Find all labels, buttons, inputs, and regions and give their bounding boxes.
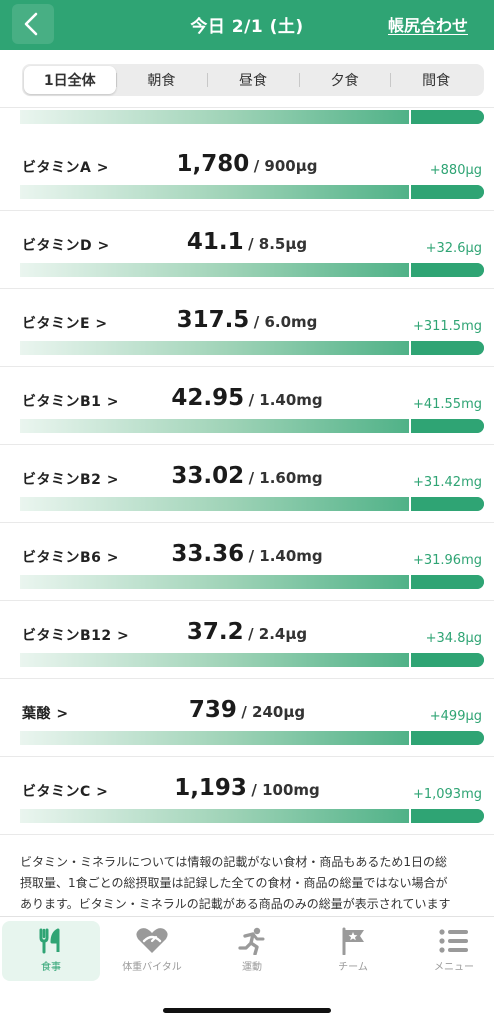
nutrient-row-folic-acid[interactable]: 葉酸 > 739 / 240μg +499μg bbox=[0, 679, 494, 757]
progress-bar bbox=[20, 731, 484, 745]
segmented-control: 1日全体 朝食 昼食 夕食 間食 bbox=[22, 64, 484, 96]
intake-amount: 37.2 bbox=[186, 619, 244, 645]
nutrient-row-vitamin-e[interactable]: ビタミンE > 317.5 / 6.0mg +311.5mg bbox=[0, 289, 494, 367]
target-amount: / 240μg bbox=[241, 703, 306, 721]
progress-bar-over bbox=[409, 263, 484, 277]
fork-knife-icon bbox=[39, 928, 60, 954]
nav-team[interactable]: チーム bbox=[304, 921, 402, 981]
progress-bar-over bbox=[409, 341, 484, 355]
progress-bar-over bbox=[409, 185, 484, 199]
progress-bar bbox=[20, 575, 484, 589]
disclaimer-note: ビタミン・ミネラルについては情報の記載がない食材・商品もあるため1日の総 摂取量… bbox=[20, 852, 480, 915]
progress-bar-partial bbox=[20, 110, 484, 124]
tab-snack[interactable]: 間食 bbox=[390, 66, 482, 94]
progress-bar-over bbox=[409, 809, 484, 823]
excess-amount: +31.96mg bbox=[412, 553, 482, 568]
intake-amount: 739 bbox=[188, 697, 237, 723]
heart-scale-icon bbox=[136, 928, 168, 953]
note-line: あります。ビタミン・ミネラルの記載がある商品のみの総量が表示されています bbox=[20, 897, 451, 911]
intake-amount: 1,780 bbox=[176, 151, 250, 177]
nav-label: メニュー bbox=[434, 962, 474, 973]
adjust-link[interactable]: 帳尻合わせ bbox=[388, 12, 468, 36]
nutrient-value: 37.2 / 2.4μg bbox=[0, 619, 494, 645]
progress-bar-over bbox=[409, 110, 484, 124]
progress-bar bbox=[20, 809, 484, 823]
meal-tabs-bar: 1日全体 朝食 昼食 夕食 間食 bbox=[0, 50, 494, 108]
nav-weight-vitals[interactable]: 体重バイタル bbox=[103, 921, 201, 981]
progress-bar bbox=[20, 419, 484, 433]
progress-bar-over bbox=[409, 419, 484, 433]
excess-amount: +41.55mg bbox=[412, 397, 482, 412]
excess-amount: +32.6μg bbox=[425, 241, 482, 256]
intake-amount: 1,193 bbox=[174, 775, 247, 801]
runner-icon bbox=[238, 927, 265, 955]
progress-bar bbox=[20, 341, 484, 355]
home-indicator bbox=[163, 1008, 331, 1013]
nav-exercise[interactable]: 運動 bbox=[203, 921, 301, 981]
nav-menu[interactable]: メニュー bbox=[405, 921, 494, 981]
nav-meals[interactable]: 食事 bbox=[2, 921, 100, 981]
excess-amount: +880μg bbox=[429, 163, 482, 178]
nutrient-row-vitamin-d[interactable]: ビタミンD > 41.1 / 8.5μg +32.6μg bbox=[0, 211, 494, 289]
nav-label: 食事 bbox=[41, 962, 61, 973]
tab-all-day[interactable]: 1日全体 bbox=[24, 66, 116, 94]
flag-star-icon bbox=[342, 927, 364, 955]
target-amount: / 8.5μg bbox=[248, 235, 308, 253]
target-amount: / 900μg bbox=[253, 157, 318, 175]
target-amount: / 6.0mg bbox=[253, 313, 318, 331]
excess-amount: +1,093mg bbox=[412, 787, 482, 802]
nutrient-row-vitamin-b6[interactable]: ビタミンB6 > 33.36 / 1.40mg +31.96mg bbox=[0, 523, 494, 601]
progress-bar bbox=[20, 185, 484, 199]
intake-amount: 33.36 bbox=[171, 541, 245, 567]
tab-lunch[interactable]: 昼食 bbox=[207, 66, 299, 94]
tab-dinner[interactable]: 夕食 bbox=[298, 66, 391, 94]
progress-bar-over bbox=[409, 575, 484, 589]
nav-label: チーム bbox=[338, 962, 368, 973]
target-amount: / 100mg bbox=[251, 781, 320, 799]
progress-bar-over bbox=[409, 497, 484, 511]
intake-amount: 42.95 bbox=[171, 385, 245, 411]
target-amount: / 2.4μg bbox=[248, 625, 308, 643]
tab-breakfast[interactable]: 朝食 bbox=[115, 66, 208, 94]
progress-bar-over bbox=[409, 731, 484, 745]
nutrient-row-vitamin-b1[interactable]: ビタミンB1 > 42.95 / 1.40mg +41.55mg bbox=[0, 367, 494, 445]
app-header: 今日 2/1 (土) 帳尻合わせ bbox=[0, 0, 494, 50]
target-amount: / 1.40mg bbox=[248, 391, 323, 409]
intake-amount: 317.5 bbox=[176, 307, 250, 333]
intake-amount: 41.1 bbox=[186, 229, 244, 255]
note-line: 摂取量、1食ごとの総摂取量は記録した全ての食材・商品の総量ではない場合が bbox=[20, 876, 448, 890]
target-amount: / 1.40mg bbox=[248, 547, 323, 565]
nutrient-row-vitamin-b2[interactable]: ビタミンB2 > 33.02 / 1.60mg +31.42mg bbox=[0, 445, 494, 523]
nutrient-row-vitamin-b12[interactable]: ビタミンB12 > 37.2 / 2.4μg +34.8μg bbox=[0, 601, 494, 679]
nutrient-value: 739 / 240μg bbox=[0, 697, 494, 723]
intake-amount: 33.02 bbox=[171, 463, 245, 489]
nutrient-value: 1,780 / 900μg bbox=[0, 151, 494, 177]
nutrient-row-vitamin-c[interactable]: ビタミンC > 1,193 / 100mg +1,093mg bbox=[0, 757, 494, 835]
excess-amount: +311.5mg bbox=[412, 319, 482, 334]
excess-amount: +34.8μg bbox=[425, 631, 482, 646]
target-amount: / 1.60mg bbox=[248, 469, 323, 487]
note-line: ビタミン・ミネラルについては情報の記載がない食材・商品もあるため1日の総 bbox=[20, 855, 448, 869]
nav-label: 運動 bbox=[242, 962, 262, 973]
menu-list-icon bbox=[439, 929, 468, 953]
progress-bar bbox=[20, 653, 484, 667]
excess-amount: +499μg bbox=[429, 709, 482, 724]
progress-bar bbox=[20, 497, 484, 511]
excess-amount: +31.42mg bbox=[412, 475, 482, 490]
progress-bar bbox=[20, 263, 484, 277]
nav-label: 体重バイタル bbox=[122, 962, 182, 973]
nutrient-row-vitamin-a[interactable]: ビタミンA > 1,780 / 900μg +880μg bbox=[0, 133, 494, 211]
nutrient-value: 41.1 / 8.5μg bbox=[0, 229, 494, 255]
progress-bar-over bbox=[409, 653, 484, 667]
